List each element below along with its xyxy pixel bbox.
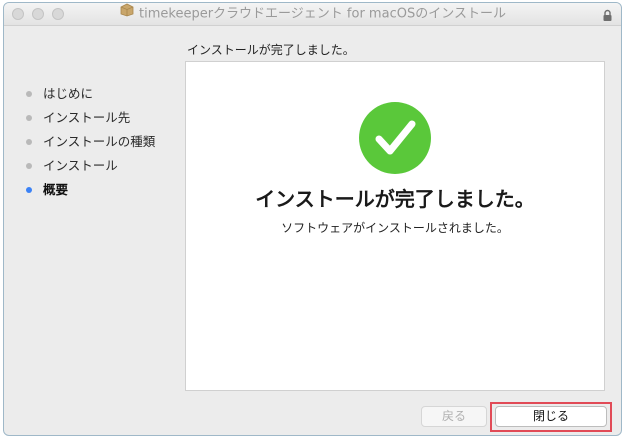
step-label: インストールの種類 bbox=[43, 134, 156, 149]
step-label: インストール bbox=[43, 158, 118, 173]
step-label: 概要 bbox=[43, 182, 69, 197]
step-dot-icon bbox=[26, 163, 32, 169]
step-dot-icon bbox=[26, 139, 32, 145]
installer-steps: はじめに インストール先 インストールの種類 インストール 概要 bbox=[24, 85, 155, 205]
step-destination: インストール先 bbox=[24, 109, 155, 133]
step-dot-icon bbox=[26, 91, 32, 97]
step-installation-type: インストールの種類 bbox=[24, 133, 155, 157]
completion-message: ソフトウェアがインストールされました。 bbox=[281, 221, 509, 235]
title-bar: timekeeperクラウドエージェント for macOSのインストール bbox=[4, 3, 621, 26]
installer-window: timekeeperクラウドエージェント for macOSのインストール イン… bbox=[3, 2, 622, 436]
completion-headline: インストールが完了しました。 bbox=[255, 187, 535, 211]
step-dot-icon bbox=[26, 115, 32, 121]
close-button[interactable]: 閉じる bbox=[495, 406, 607, 427]
back-button[interactable]: 戻る bbox=[421, 406, 487, 427]
lock-icon bbox=[602, 7, 613, 26]
step-status-text: インストールが完了しました。 bbox=[187, 43, 355, 57]
step-introduction: はじめに bbox=[24, 85, 155, 109]
window-title: timekeeperクラウドエージェント for macOSのインストール bbox=[4, 3, 621, 25]
content-panel: インストールが完了しました。 ソフトウェアがインストールされました。 bbox=[185, 61, 605, 391]
step-dot-active-icon bbox=[26, 187, 32, 193]
package-icon bbox=[119, 3, 135, 25]
window-title-text: timekeeperクラウドエージェント for macOSのインストール bbox=[139, 6, 506, 22]
step-installation: インストール bbox=[24, 157, 155, 181]
success-checkmark-icon bbox=[359, 102, 431, 178]
step-label: はじめに bbox=[43, 86, 94, 101]
step-label: インストール先 bbox=[43, 110, 131, 125]
step-summary: 概要 bbox=[24, 181, 155, 205]
